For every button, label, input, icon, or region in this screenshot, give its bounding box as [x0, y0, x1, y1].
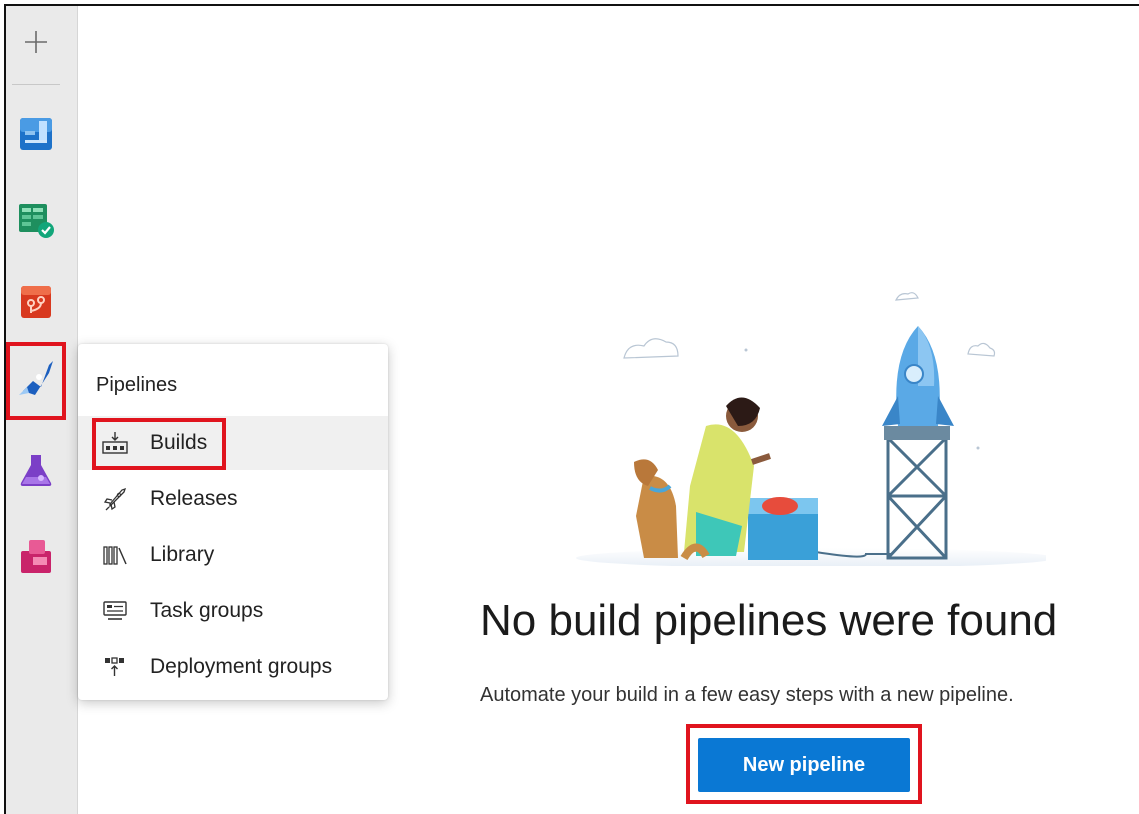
- pipelines-flyout: Pipelines Builds Releases Library Task g…: [78, 344, 388, 700]
- left-nav: [6, 6, 78, 814]
- flyout-item-label: Deployment groups: [150, 655, 333, 678]
- highlight-new-pipeline: [686, 724, 922, 804]
- add-icon[interactable]: [16, 22, 56, 62]
- repos-icon[interactable]: [12, 278, 60, 326]
- empty-state-description: Automate your build in a few easy steps …: [480, 684, 1014, 706]
- flyout-item-label: Library: [150, 543, 215, 566]
- app-window: Pipelines Builds Releases Library Task g…: [4, 4, 1139, 814]
- rocket-icon: [96, 487, 134, 511]
- highlight-pipelines: [6, 342, 66, 420]
- nav-divider: [12, 84, 60, 85]
- flyout-item-task-groups[interactable]: Task groups: [78, 584, 388, 638]
- task-groups-icon: [96, 599, 134, 623]
- boards-icon[interactable]: [12, 110, 60, 158]
- test-icon[interactable]: [12, 446, 60, 494]
- flyout-item-deployment-groups[interactable]: Deployment groups: [78, 640, 388, 694]
- flyout-item-releases[interactable]: Releases: [78, 472, 388, 526]
- flyout-item-library[interactable]: Library: [78, 528, 388, 582]
- empty-state-headline: No build pipelines were found: [480, 596, 1058, 645]
- flyout-item-label: Task groups: [150, 599, 264, 622]
- test-plans-icon[interactable]: [12, 196, 60, 244]
- library-icon: [96, 543, 134, 567]
- flyout-title: Pipelines: [96, 374, 178, 396]
- artifacts-icon[interactable]: [12, 532, 60, 580]
- flyout-item-label: Releases: [150, 487, 238, 510]
- empty-state-illustration: [576, 292, 1046, 566]
- highlight-builds: [92, 418, 226, 470]
- deployment-groups-icon: [96, 655, 134, 679]
